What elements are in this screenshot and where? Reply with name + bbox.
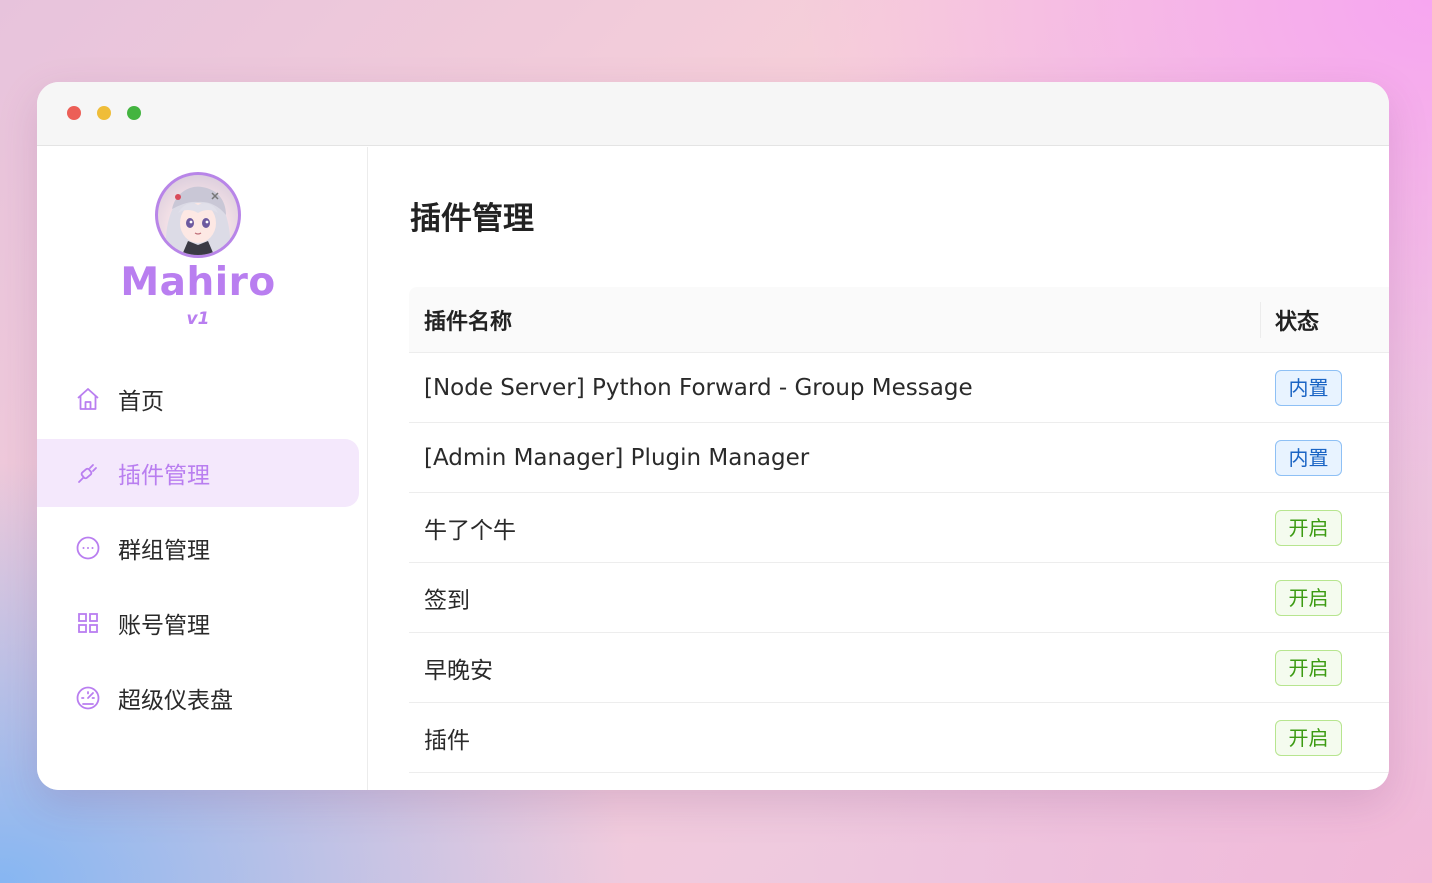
grid-icon: [75, 610, 101, 636]
nav-item-home[interactable]: 首页: [37, 365, 359, 433]
table-row[interactable]: 签到 开启: [409, 563, 1389, 633]
plugin-name: 插件: [424, 727, 470, 754]
brand-name: Mahiro: [120, 260, 276, 305]
column-header-name: 插件名称: [424, 309, 513, 335]
home-icon: [75, 386, 101, 412]
status-badge[interactable]: 开启: [1275, 720, 1342, 756]
plugin-name: [Node Server] Python Forward - Group Mes…: [424, 374, 973, 401]
status-badge[interactable]: 开启: [1275, 580, 1342, 616]
plugin-name: [Admin Manager] Plugin Manager: [424, 444, 810, 471]
nav-item-accounts[interactable]: 账号管理: [37, 589, 359, 657]
nav-label-accounts: 账号管理: [118, 613, 210, 639]
table-header: 插件名称 状态: [409, 287, 1389, 353]
plugin-name: 签到: [424, 587, 470, 614]
plugin-table: 插件名称 状态 [Node Server] Python Forward - G…: [409, 287, 1389, 773]
status-badge: 内置: [1275, 370, 1342, 406]
plug-icon: [75, 460, 101, 486]
avatar-illustration: [165, 186, 231, 255]
status-badge: 内置: [1275, 440, 1342, 476]
close-window-button[interactable]: [67, 106, 81, 120]
title-bar: [37, 82, 1389, 146]
avatar: [155, 172, 241, 258]
status-badge[interactable]: 开启: [1275, 510, 1342, 546]
table-row[interactable]: 早晚安 开启: [409, 633, 1389, 703]
nav-item-groups[interactable]: 群组管理: [37, 514, 359, 582]
chat-icon: [75, 535, 101, 561]
nav-label-dashboard: 超级仪表盘: [118, 688, 233, 714]
table-row[interactable]: [Node Server] Python Forward - Group Mes…: [409, 353, 1389, 423]
minimize-window-button[interactable]: [97, 106, 111, 120]
page-title: 插件管理: [410, 201, 534, 237]
status-badge[interactable]: 开启: [1275, 650, 1342, 686]
nav-item-plugins[interactable]: 插件管理: [37, 439, 359, 507]
plugin-name: 早晚安: [424, 657, 493, 684]
nav-label-groups: 群组管理: [118, 538, 210, 564]
table-row[interactable]: [Admin Manager] Plugin Manager 内置: [409, 423, 1389, 493]
nav-label-home: 首页: [118, 389, 164, 415]
table-row[interactable]: 插件 开启: [409, 703, 1389, 773]
table-row[interactable]: 牛了个牛 开启: [409, 493, 1389, 563]
app-window: Mahiro v1 首页 插件管理 群组管理 账号管理 超级仪表盘 插件管理 插…: [37, 82, 1389, 790]
plugin-name: 牛了个牛: [424, 517, 516, 544]
maximize-window-button[interactable]: [127, 106, 141, 120]
nav-label-plugins: 插件管理: [118, 463, 210, 489]
main-content: 插件管理 插件名称 状态 [Node Server] Python Forwar…: [369, 147, 1389, 790]
column-divider: [1260, 302, 1261, 338]
column-header-status: 状态: [1275, 309, 1320, 335]
dashboard-icon: [75, 685, 101, 711]
brand-version: v1: [186, 309, 210, 329]
nav-item-dashboard[interactable]: 超级仪表盘: [37, 664, 359, 732]
sidebar: Mahiro v1 首页 插件管理 群组管理 账号管理 超级仪表盘: [37, 147, 368, 790]
